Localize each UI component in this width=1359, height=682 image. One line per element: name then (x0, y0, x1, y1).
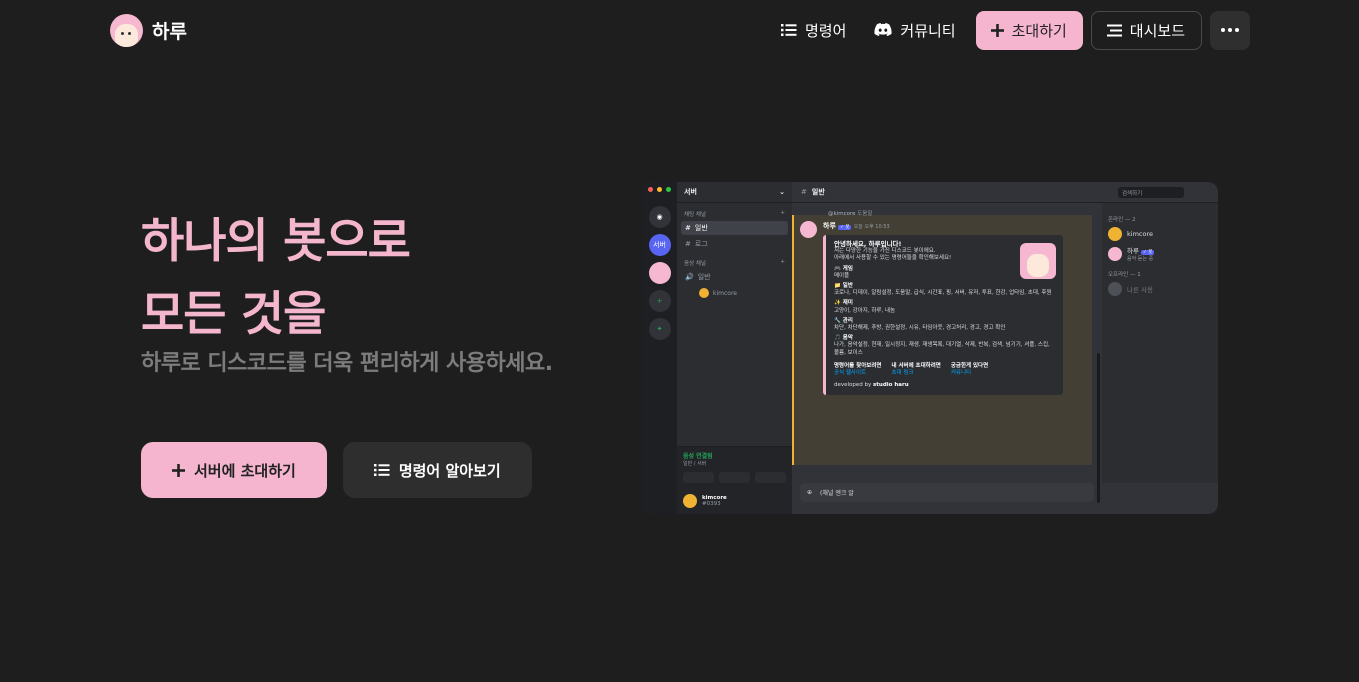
chevron-down-icon: ⌄ (779, 188, 785, 196)
server-invite-label: 서버에 초대하기 (194, 461, 296, 480)
hero-title-line1: 하나의 봇으로 (141, 214, 411, 269)
close-dot (648, 187, 653, 192)
hash-icon: # (801, 188, 807, 196)
minimize-dot (657, 187, 662, 192)
list-icon (373, 463, 390, 477)
brand-name: 하루 (152, 20, 187, 43)
nav-commands-label: 명령어 (804, 21, 847, 40)
speaker-icon: 🔊 (685, 273, 694, 281)
reply-preview: @kimcore 도움말 (828, 211, 873, 217)
voice-channel: 🔊 일반 (685, 273, 711, 281)
voice-status-bar: 음성 연결됨 일반 / 서버 (677, 446, 792, 487)
member-row: 하루 ✓ 봇 음악 듣는 중 (1108, 245, 1212, 262)
brand-logo (110, 13, 143, 47)
avatar (699, 288, 709, 298)
plus-icon (172, 463, 185, 477)
discord-preview-screenshot: ◉ 서버 + ✦ 서버 ⌄ 채팅 채널 + # 일반 # 로그 음성 채널 + 🔊 일반 … (642, 182, 1218, 514)
server-name: 서버 (684, 188, 697, 196)
message-input: ⊕ (채널 엔크 알 (800, 483, 1094, 502)
plus-circle-icon: ⊕ (807, 489, 813, 496)
nav-community-label: 커뮤니티 (900, 21, 956, 40)
hash-icon: # (685, 224, 691, 232)
brand[interactable]: 하루 (110, 13, 187, 47)
discord-icon (874, 23, 892, 37)
nav-commands-link[interactable]: 명령어 (767, 11, 860, 49)
user-panel: kimcore #0393 (677, 487, 792, 514)
more-button[interactable] (1210, 10, 1250, 50)
dashboard-button-label: 대시보드 (1129, 21, 1185, 40)
add-server-icon: + (648, 290, 671, 312)
text-category: 채팅 채널 + (684, 210, 785, 218)
hero-subtitle: 하루로 디스코드를 더욱 편리하게 사용하세요. (141, 351, 553, 376)
voice-user: kimcore (677, 285, 792, 298)
help-embed: 안녕하세요, 하루입니다! 저는 다양한 기능을 가진 디스코드 봇이에요. 아… (823, 235, 1063, 396)
channel-sidebar: 서버 ⌄ 채팅 채널 + # 일반 # 로그 음성 채널 + 🔊 일반 kimcore 음… (677, 182, 792, 514)
channel-general: # 일반 (681, 221, 788, 235)
nav-actions: 명령어 커뮤니티 초대하기 대시보드 (767, 10, 1250, 50)
hero-actions: 서버에 초대하기 명령어 알아보기 (141, 442, 532, 498)
window-controls (648, 187, 671, 192)
member-row: kimcore (1108, 227, 1212, 241)
search-input: 검색하기 (1118, 186, 1184, 198)
menu-icon (1106, 24, 1122, 37)
voice-connected-label: 음성 연결됨 (683, 453, 713, 460)
maximize-dot (666, 187, 671, 192)
hero: 하나의 봇으로 모든 것을 하루로 디스코드를 더욱 편리하게 사용하세요. (141, 205, 553, 377)
member-row: 나른 사용 (1108, 282, 1212, 296)
haru-thumbnail (1020, 243, 1056, 279)
server-invite-button[interactable]: 서버에 초대하기 (141, 442, 327, 498)
scrollbar (1097, 353, 1100, 503)
discord-home-icon: ◉ (648, 206, 671, 228)
channel-log: # 로그 (685, 240, 708, 248)
list-icon (780, 23, 797, 37)
rail-haru-avatar (648, 262, 671, 284)
chat-main: # 일반 검색하기 @kimcore 도움말 하루 ✓ 봇 오늘 오후 10:5… (792, 182, 1218, 514)
hash-icon: # (685, 240, 691, 248)
server-rail: ◉ 서버 + ✦ (642, 182, 677, 514)
more-horizontal-icon (1221, 28, 1239, 32)
server-header: 서버 ⌄ (677, 182, 792, 203)
chat-header: # 일반 검색하기 (792, 182, 1218, 203)
invite-button[interactable]: 초대하기 (975, 10, 1083, 50)
member-list: 온라인 — 2 kimcore 하루 ✓ 봇 음악 듣는 중 오프라인 — 1 나… (1102, 203, 1218, 483)
top-nav: 하루 명령어 커뮤니티 초대하기 대시보드 (110, 10, 1250, 50)
nav-community-link[interactable]: 커뮤니티 (860, 11, 969, 49)
voice-connected-sub: 일반 / 서버 (683, 461, 707, 467)
message-feed: @kimcore 도움말 하루 ✓ 봇 오늘 오후 10:53 안녕하세요, 하… (792, 203, 1102, 503)
bot-message: 하루 ✓ 봇 오늘 오후 10:53 안녕하세요, 하루입니다! 저는 다양한 … (800, 221, 1094, 396)
explore-icon: ✦ (648, 318, 671, 340)
learn-commands-button[interactable]: 명령어 알아보기 (342, 442, 532, 498)
hero-title-line2: 모든 것을 (141, 287, 326, 342)
invite-button-label: 초대하기 (1011, 21, 1067, 40)
avatar (683, 493, 697, 508)
voice-category: 음성 채널 + (684, 259, 785, 267)
dashboard-button[interactable]: 대시보드 (1090, 10, 1202, 50)
plus-icon (990, 23, 1004, 37)
rail-server: 서버 (648, 234, 671, 256)
learn-commands-label: 명령어 알아보기 (398, 461, 501, 480)
avatar (800, 221, 817, 238)
